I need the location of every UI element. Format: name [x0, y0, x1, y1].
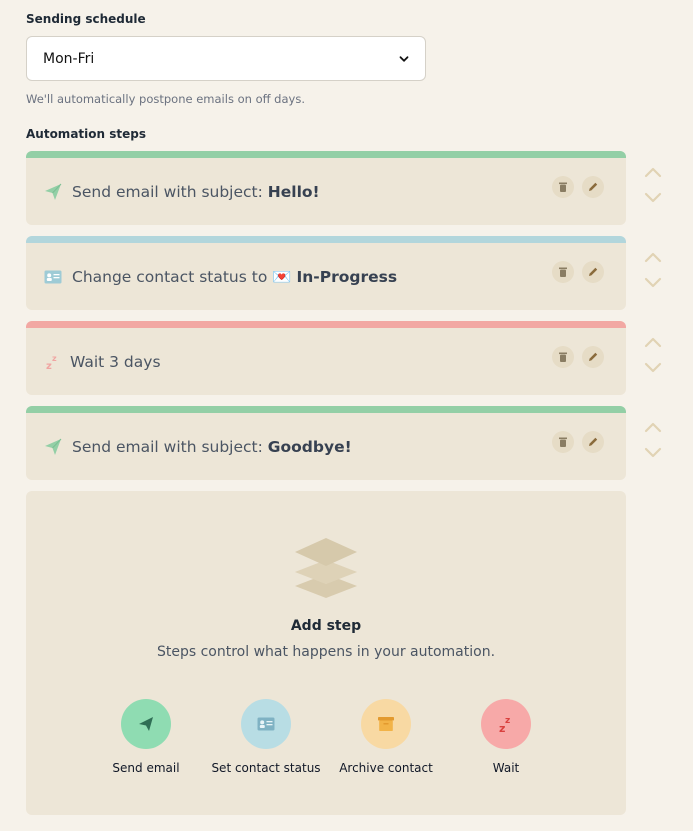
step-text: Send email with subject: Hello!: [72, 183, 320, 201]
add-set-contact-status-option[interactable]: Set contact status: [206, 699, 326, 775]
move-down-button[interactable]: [642, 274, 664, 292]
edit-step-button[interactable]: [582, 431, 604, 453]
step-prefix: Send email with subject:: [72, 182, 268, 201]
add-step-panel: Add step Steps control what happens in y…: [26, 491, 626, 815]
step-text: Wait 3 days: [70, 353, 161, 371]
automation-step[interactable]: Change contact status to 💌 In-Progress: [26, 236, 626, 310]
schedule-hint: We'll automatically postpone emails on o…: [26, 92, 305, 106]
chevron-up-icon: [644, 252, 662, 263]
delete-step-button[interactable]: [552, 261, 574, 283]
move-down-button[interactable]: [642, 444, 664, 462]
contact-card-icon: [257, 717, 275, 731]
pencil-icon: [589, 352, 598, 361]
add-archive-contact-option[interactable]: Archive contact: [326, 699, 446, 775]
step-color-bar: [26, 151, 626, 158]
status-emoji: 💌: [272, 267, 292, 286]
send-email-option-circle[interactable]: [121, 699, 171, 749]
trash-icon: [559, 267, 567, 277]
layers-icon: [295, 538, 357, 598]
step-color-bar: [26, 406, 626, 413]
step-prefix: Send email with subject:: [72, 437, 268, 456]
schedule-select[interactable]: Mon-Fri: [26, 36, 426, 81]
contact-card-icon: [44, 268, 62, 286]
chevron-up-icon: [644, 337, 662, 348]
pencil-icon: [589, 437, 598, 446]
step-color-bar: [26, 321, 626, 328]
step-value: In-Progress: [296, 267, 398, 286]
paper-plane-icon: [44, 183, 62, 201]
delete-step-button[interactable]: [552, 346, 574, 368]
add-step-subtitle: Steps control what happens in your autom…: [156, 644, 496, 660]
option-label: Wait: [492, 761, 520, 775]
add-step-title: Add step: [290, 618, 362, 634]
move-up-button[interactable]: [642, 333, 664, 351]
sleep-icon: zz: [44, 353, 62, 371]
svg-text:z: z: [52, 354, 57, 363]
svg-text:z: z: [46, 361, 52, 371]
step-prefix: Wait 3 days: [70, 352, 161, 371]
step-value: Goodbye!: [267, 437, 352, 456]
paper-plane-icon: [139, 717, 153, 731]
chevron-down-icon: [644, 192, 662, 203]
add-send-email-option[interactable]: Send email: [86, 699, 206, 775]
step-prefix: Change contact status to: [72, 267, 273, 286]
chevron-down-icon: [644, 277, 662, 288]
schedule-select-value: Mon-Fri: [43, 50, 95, 67]
chevron-up-icon: [644, 422, 662, 433]
move-up-button[interactable]: [642, 418, 664, 436]
option-label: Send email: [112, 761, 180, 775]
paper-plane-icon: [44, 438, 62, 456]
automation-step[interactable]: Send email with subject: Goodbye!: [26, 406, 626, 480]
delete-step-button[interactable]: [552, 431, 574, 453]
automation-step[interactable]: zz Wait 3 days: [26, 321, 626, 395]
sending-schedule-label: Sending schedule: [26, 12, 146, 26]
pencil-icon: [589, 182, 598, 191]
delete-step-button[interactable]: [552, 176, 574, 198]
step-text: Send email with subject: Goodbye!: [72, 438, 352, 456]
chevron-down-icon: [644, 447, 662, 458]
trash-icon: [559, 352, 567, 362]
step-value: Hello!: [267, 182, 320, 201]
move-up-button[interactable]: [642, 248, 664, 266]
edit-step-button[interactable]: [582, 176, 604, 198]
move-up-button[interactable]: [642, 163, 664, 181]
trash-icon: [559, 182, 567, 192]
archive-contact-option-circle[interactable]: [361, 699, 411, 749]
chevron-up-icon: [644, 167, 662, 178]
wait-option-circle[interactable]: zz: [481, 699, 531, 749]
edit-step-button[interactable]: [582, 261, 604, 283]
sleep-icon: zz: [499, 716, 510, 734]
chevron-down-icon: [399, 55, 409, 62]
pencil-icon: [589, 267, 598, 276]
move-down-button[interactable]: [642, 359, 664, 377]
option-label: Archive contact: [339, 761, 433, 775]
automation-step[interactable]: Send email with subject: Hello!: [26, 151, 626, 225]
svg-text:z: z: [499, 722, 505, 734]
archive-box-icon: [378, 717, 394, 731]
step-color-bar: [26, 236, 626, 243]
automation-steps-label: Automation steps: [26, 127, 146, 141]
add-wait-option[interactable]: zz Wait: [446, 699, 566, 775]
trash-icon: [559, 437, 567, 447]
move-down-button[interactable]: [642, 189, 664, 207]
svg-text:z: z: [505, 716, 510, 726]
edit-step-button[interactable]: [582, 346, 604, 368]
chevron-down-icon: [644, 362, 662, 373]
set-contact-status-option-circle[interactable]: [241, 699, 291, 749]
step-text: Change contact status to 💌 In-Progress: [72, 268, 397, 286]
option-label: Set contact status: [211, 761, 321, 775]
